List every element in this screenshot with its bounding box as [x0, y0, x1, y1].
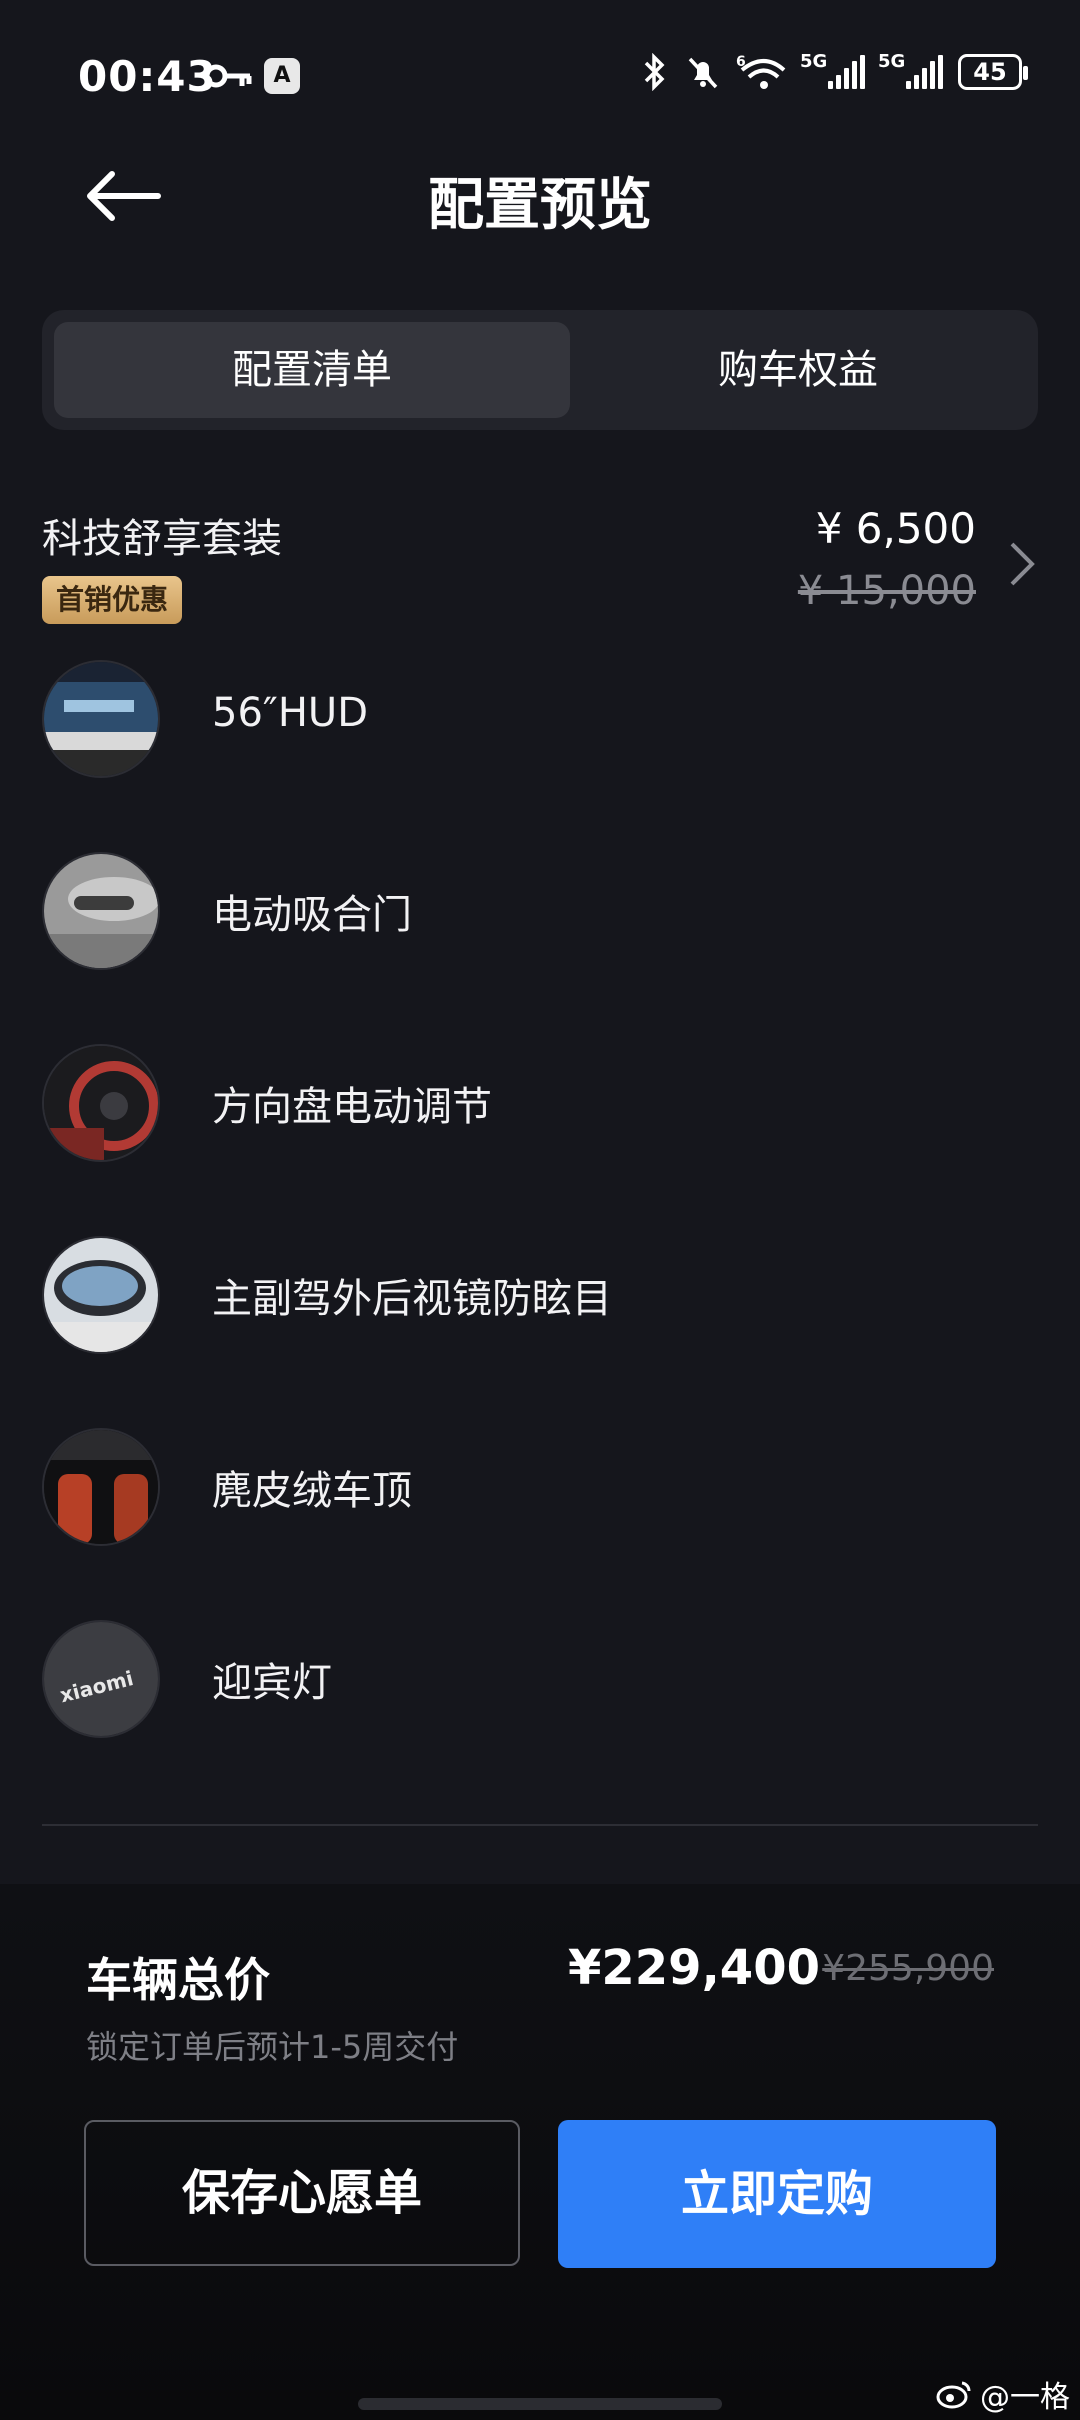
- feature-label: 迎宾灯: [212, 1660, 332, 1706]
- bluetooth-icon: [644, 53, 665, 91]
- feature-item: 56″HUD: [42, 660, 942, 778]
- feature-item: 方向盘电动调节: [42, 1044, 942, 1162]
- welcome-light-thumbnail: xiaomi: [42, 1620, 160, 1738]
- save-wishlist-button[interactable]: 保存心愿单: [84, 2120, 520, 2266]
- feature-item: 电动吸合门: [42, 852, 942, 970]
- launch-offer-badge: 首销优惠: [42, 576, 183, 624]
- package-price: ¥ 6,500: [815, 504, 976, 553]
- signal-icon-2: 5G: [878, 51, 944, 89]
- suede-roof-thumbnail: [42, 1428, 160, 1546]
- watermark: @一格: [936, 2372, 1070, 2416]
- tab-purchase-benefits[interactable]: 购车权益: [570, 322, 1026, 418]
- home-indicator[interactable]: [358, 2398, 722, 2410]
- hud-thumbnail: [42, 660, 160, 778]
- wifi-icon: 6: [736, 54, 786, 89]
- delivery-note: 锁定订单后预计1-5周交付: [86, 2028, 459, 2066]
- feature-item: xiaomi 迎宾灯: [42, 1620, 942, 1738]
- steering-wheel-thumbnail: [42, 1044, 160, 1162]
- feature-item: 麂皮绒车顶: [42, 1428, 942, 1546]
- feature-label: 麂皮绒车顶: [212, 1468, 412, 1514]
- watermark-text: @一格: [980, 2380, 1070, 2415]
- system-icons: 6 5G 5G 45: [640, 51, 1028, 92]
- feature-label: 电动吸合门: [212, 892, 412, 938]
- weibo-icon: [936, 2381, 971, 2409]
- total-price: ¥229,400: [567, 1940, 820, 1996]
- feature-item: 主副驾外后视镜防眩目: [42, 1236, 942, 1354]
- mirror-thumbnail: [42, 1236, 160, 1354]
- chevron-right-icon[interactable]: [1008, 540, 1036, 588]
- feature-label: 方向盘电动调节: [212, 1084, 492, 1130]
- package-name: 科技舒享套装: [42, 516, 282, 562]
- status-time: 00:43: [78, 52, 217, 101]
- total-price-label: 车辆总价: [86, 1953, 270, 2007]
- page-title: 配置预览: [428, 173, 652, 238]
- divider: [42, 1824, 1038, 1826]
- key-icon: [204, 64, 252, 88]
- package-original-price: ¥ 15,000: [797, 568, 976, 614]
- bell-muted-icon: [688, 57, 718, 89]
- checkout-bar: 车辆总价 ¥229,400 ¥255,900 锁定订单后预计1-5周交付 保存心…: [0, 1884, 1080, 2420]
- buy-now-button[interactable]: 立即定购: [558, 2120, 996, 2268]
- feature-label: 主副驾外后视镜防眩目: [212, 1276, 612, 1322]
- tab-config-list[interactable]: 配置清单: [54, 322, 570, 418]
- app-notification-icon: A: [264, 58, 300, 94]
- tab-bar: 配置清单 购车权益: [42, 310, 1038, 430]
- signal-icon-1: 5G: [800, 51, 866, 89]
- feature-label: 56″HUD: [212, 690, 368, 736]
- status-bar: 00:43 A 6 5G 5G 45: [0, 0, 1080, 150]
- door-thumbnail: [42, 852, 160, 970]
- original-total-price: ¥255,900: [822, 1948, 994, 1989]
- battery-icon: 45: [958, 54, 1028, 90]
